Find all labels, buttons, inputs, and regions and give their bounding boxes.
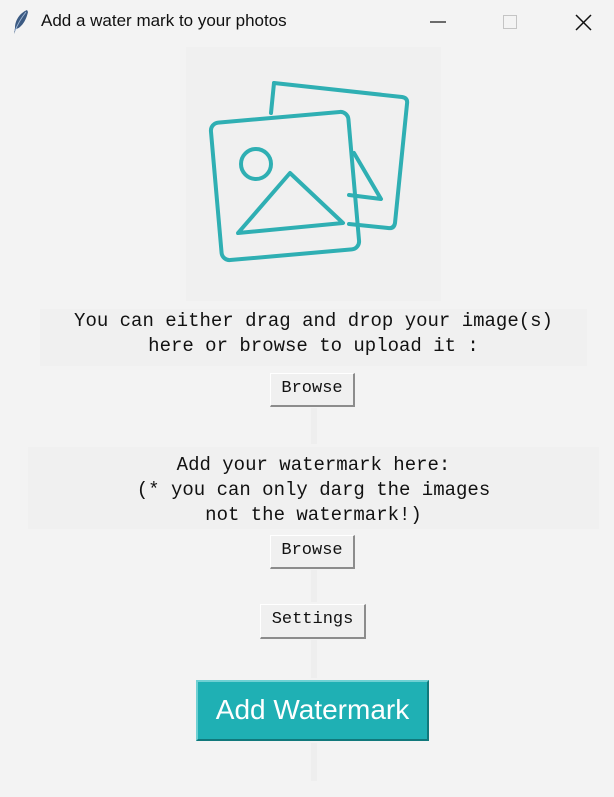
upload-instruction-line1: You can either drag and drop your image(… (74, 310, 553, 332)
close-icon (575, 14, 592, 31)
add-watermark-button[interactable]: Add Watermark (196, 680, 429, 741)
browse-watermark-button[interactable]: Browse (270, 535, 355, 569)
divider (311, 743, 317, 781)
maximize-icon (503, 15, 517, 29)
settings-button[interactable]: Settings (260, 604, 366, 639)
browse-images-button[interactable]: Browse (270, 373, 355, 407)
watermark-instruction-line1: Add your watermark here: (176, 454, 451, 476)
watermark-instruction-line2: (* you can only darg the images (136, 479, 491, 501)
watermark-instruction-line3: not the watermark!) (205, 504, 422, 526)
divider (311, 570, 317, 602)
image-gallery-icon (208, 81, 410, 263)
divider (311, 408, 317, 444)
feather-icon (14, 10, 28, 34)
close-button[interactable] (560, 0, 606, 44)
image-drop-area[interactable] (186, 47, 441, 301)
window-title: Add a water mark to your photos (41, 11, 287, 30)
title-bar[interactable]: Add a water mark to your photos (0, 0, 614, 44)
maximize-button[interactable] (486, 0, 532, 44)
divider (311, 640, 317, 678)
watermark-instructions: Add your watermark here: (* you can only… (28, 447, 599, 529)
app-window: Add a water mark to your photos You can … (0, 0, 614, 797)
upload-instruction-line2: here or browse to upload it : (148, 335, 479, 357)
minimize-button[interactable] (414, 0, 460, 44)
minimize-icon (430, 21, 446, 23)
upload-instructions: You can either drag and drop your image(… (40, 309, 587, 366)
